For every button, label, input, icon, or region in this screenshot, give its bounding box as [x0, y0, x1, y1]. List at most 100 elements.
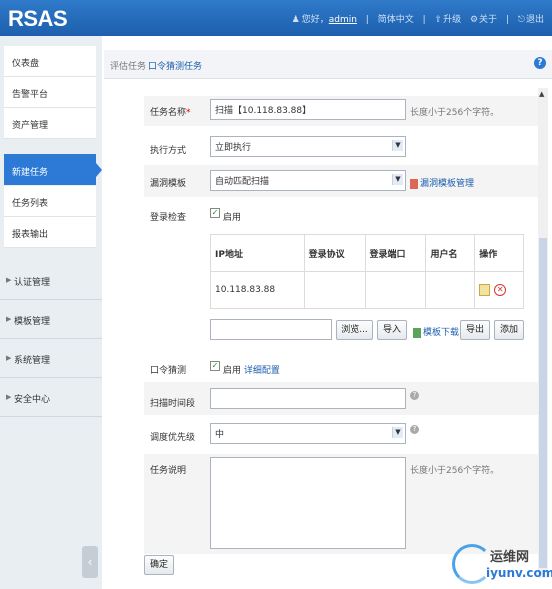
- chevron-down-icon: ▼: [392, 427, 403, 438]
- table-header-row: IP地址 登录协议 登录端口 用户名 操作: [210, 234, 524, 272]
- vuln-template-manage[interactable]: 漏洞模板管理: [410, 176, 474, 189]
- task-name-label: 任务名称*: [150, 105, 191, 118]
- login-check-enable-label: 启用: [223, 213, 242, 223]
- sidebar-item-label: 仪表盘: [12, 59, 40, 69]
- exec-mode-select[interactable]: 立即执行 ▼: [210, 136, 406, 157]
- greeting: 您好，: [301, 15, 329, 25]
- tab-password-guess[interactable]: 口令猜测任务: [148, 59, 202, 72]
- divider: |: [505, 15, 509, 25]
- about-link[interactable]: 关于: [479, 15, 497, 25]
- add-button[interactable]: 添加: [494, 320, 524, 340]
- user-icon: ♟: [291, 15, 300, 25]
- cell-user: [425, 271, 476, 309]
- browse-button[interactable]: 浏览...: [336, 320, 373, 340]
- password-guess-label: 口令猜测: [150, 366, 187, 376]
- upgrade-link[interactable]: 升级: [443, 15, 461, 25]
- task-name-label-text: 任务名称: [150, 108, 187, 118]
- sidebar-section-security[interactable]: ▶ 安全中心: [0, 378, 102, 417]
- cell-actions: ✕: [474, 271, 524, 309]
- scan-period-input[interactable]: [210, 388, 406, 409]
- sidebar-section-label: 认证管理: [14, 278, 51, 288]
- divider: |: [422, 15, 426, 25]
- upgrade-icon: ⇧: [434, 15, 443, 25]
- about-icon: ⚙: [469, 15, 479, 25]
- chevron-down-icon: ▼: [392, 140, 403, 151]
- password-guess-enable: 启用 详细配置: [223, 363, 280, 376]
- task-name-hint: 长度小于256个字符。: [410, 108, 500, 118]
- sidebar-section-auth[interactable]: ▶ 认证管理: [0, 261, 102, 300]
- sidebar-section-system[interactable]: ▶ 系统管理: [0, 339, 102, 378]
- description-textarea[interactable]: [210, 457, 406, 549]
- vuln-template-manage-link[interactable]: 漏洞模板管理: [420, 179, 474, 189]
- sidebar-item-assets[interactable]: 资产管理: [4, 108, 96, 139]
- description-hint: 长度小于256个字符。: [410, 466, 500, 476]
- password-config-link[interactable]: 详细配置: [244, 366, 280, 376]
- divider: |: [365, 15, 369, 25]
- import-button[interactable]: 导入: [377, 320, 407, 340]
- file-path-input[interactable]: [210, 319, 332, 340]
- sidebar-item-reports[interactable]: 报表输出: [4, 217, 96, 248]
- priority-label: 调度优先级: [150, 433, 196, 443]
- app-logo: RSAS: [8, 6, 68, 31]
- sidebar-item-dashboard[interactable]: 仪表盘: [4, 46, 96, 77]
- scrollbar[interactable]: ▲: [538, 88, 548, 578]
- scan-period-label: 扫描时间段: [150, 399, 196, 409]
- sidebar-item-new-task[interactable]: 新建任务: [4, 154, 102, 185]
- login-target-table: IP地址 登录协议 登录端口 用户名 操作 10.118.83.88 ✕: [210, 234, 524, 309]
- tab-bar: 评估任务 口令猜测任务 ?: [104, 50, 552, 79]
- logout-icon: ⎋: [517, 15, 525, 25]
- chevron-right-icon: ▶: [6, 393, 12, 401]
- col-user: 用户名: [425, 234, 476, 272]
- chevron-down-icon: ▼: [392, 174, 403, 185]
- active-pointer: [96, 163, 102, 177]
- sidebar-section-label: 系统管理: [14, 356, 51, 366]
- cell-protocol: [303, 271, 366, 309]
- export-button[interactable]: 导出: [460, 320, 490, 340]
- template-manage-icon: [410, 178, 418, 189]
- priority-value: 中: [215, 430, 225, 440]
- description-label: 任务说明: [150, 466, 187, 476]
- template-download[interactable]: 模板下载: [413, 325, 459, 338]
- exec-mode-value: 立即执行: [215, 143, 252, 153]
- sidebar-item-label: 资产管理: [12, 121, 49, 131]
- tab-assessment[interactable]: 评估任务: [110, 59, 146, 72]
- password-guess-checkbox[interactable]: ✓: [210, 361, 220, 371]
- cell-ip: 10.118.83.88: [210, 271, 305, 309]
- scrollbar-thumb[interactable]: [539, 238, 547, 568]
- sidebar-section-label: 模板管理: [14, 317, 51, 327]
- collapse-sidebar-button[interactable]: ‹: [82, 546, 98, 578]
- task-name-input[interactable]: 扫描【10.118.83.88】: [210, 99, 406, 120]
- vuln-template-select[interactable]: 自动匹配扫描 ▼: [210, 170, 406, 191]
- col-actions: 操作: [474, 234, 524, 272]
- sidebar-item-alerts[interactable]: 告警平台: [4, 77, 96, 108]
- user-link[interactable]: admin: [329, 15, 357, 25]
- help-icon[interactable]: ?: [534, 57, 546, 69]
- help-icon[interactable]: ?: [410, 391, 419, 400]
- login-check-checkbox[interactable]: ✓: [210, 208, 220, 218]
- chevron-right-icon: ▶: [6, 276, 12, 284]
- sidebar-item-task-list[interactable]: 任务列表: [4, 186, 96, 217]
- sidebar-item-label: 新建任务: [12, 168, 49, 178]
- submit-button[interactable]: 确定: [144, 555, 174, 575]
- watermark-logo: 运维网 iyunv.com: [452, 540, 552, 586]
- edit-icon[interactable]: [479, 284, 491, 296]
- scroll-up-icon[interactable]: ▲: [539, 90, 544, 98]
- help-icon[interactable]: ?: [410, 425, 419, 434]
- language-link[interactable]: 简体中文: [378, 15, 414, 25]
- template-download-link[interactable]: 模板下载: [423, 328, 459, 338]
- vuln-template-value: 自动匹配扫描: [215, 177, 270, 187]
- top-links: ♟ 您好，admin | 简体中文 | ⇧升级 ⚙关于 | ⎋退出: [286, 12, 544, 25]
- watermark-text-cn: 运维网: [490, 550, 530, 565]
- col-protocol: 登录协议: [303, 234, 366, 272]
- watermark-text-url: iyunv.com: [486, 566, 552, 580]
- sidebar-item-label: 告警平台: [12, 90, 49, 100]
- col-port: 登录端口: [364, 234, 427, 272]
- login-check-label: 登录检查: [150, 213, 187, 223]
- sidebar-section-templates[interactable]: ▶ 模板管理: [0, 300, 102, 339]
- priority-select[interactable]: 中 ▼: [210, 423, 406, 444]
- sidebar-item-label: 任务列表: [12, 199, 49, 209]
- download-icon: [413, 327, 421, 338]
- logout-link[interactable]: 退出: [526, 15, 544, 25]
- chevron-right-icon: ▶: [6, 354, 12, 362]
- delete-icon[interactable]: ✕: [494, 284, 507, 296]
